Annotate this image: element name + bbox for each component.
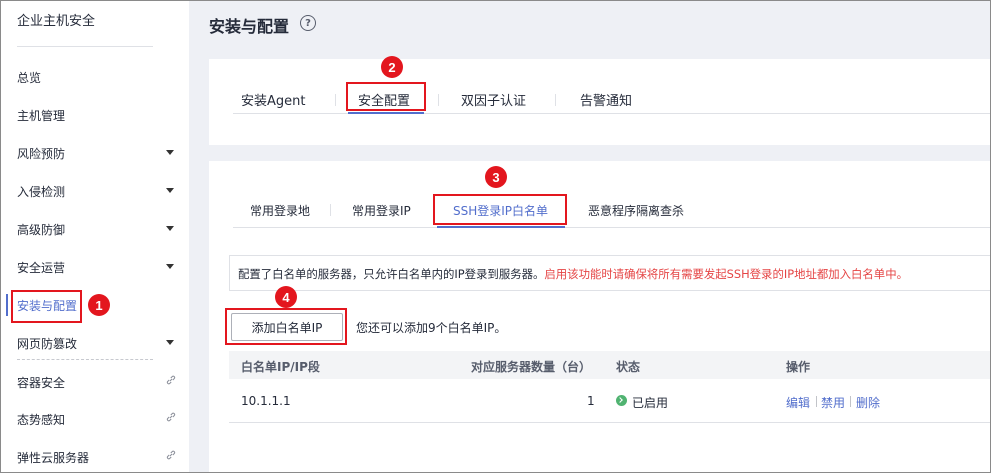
annotation-badge-4: 4 [275, 286, 297, 308]
subtab-common-login-ip[interactable]: 常用登录IP [352, 202, 411, 219]
disable-link[interactable]: 禁用 [821, 394, 845, 411]
sidebar-item-ecs[interactable]: 弹性云服务器 [1, 445, 189, 469]
sidebar-item-risk-prevention[interactable]: 风险预防 [1, 141, 189, 165]
cell-status: 已启用 [632, 396, 669, 410]
sidebar-item-label: 总览 [17, 70, 42, 85]
delete-link[interactable]: 删除 [856, 394, 880, 411]
subtabs-baseline [233, 227, 990, 228]
sidebar-item-advanced-defense[interactable]: 高级防御 [1, 217, 189, 241]
sidebar-item-intrusion-detection[interactable]: 入侵检测 [1, 179, 189, 203]
sidebar-item-label: 容器安全 [17, 375, 66, 390]
column-header-server-count: 对应服务器数量（台） [471, 360, 592, 374]
sidebar-item-situation-awareness[interactable]: 态势感知 [1, 407, 189, 431]
annotation-box-1 [11, 290, 82, 323]
cell-server-count: 1 [587, 394, 595, 408]
caret-down-icon [166, 188, 174, 193]
notice-text: 配置了白名单的服务器，只允许白名单内的IP登录到服务器。 [238, 267, 545, 281]
annotation-badge-2: 2 [381, 56, 403, 78]
external-link-icon [166, 412, 176, 422]
annotation-box-3 [433, 194, 567, 225]
subtab-separator [330, 204, 331, 216]
add-limit-hint: 您还可以添加9个白名单IP。 [356, 321, 507, 335]
notice-warning: 启用该功能时请确保将所有需要发起SSH登录的IP地址都加入白名单中。 [544, 267, 908, 281]
sidebar-item-overview[interactable]: 总览 [1, 65, 189, 89]
sidebar-item-security-operations[interactable]: 安全运营 [1, 255, 189, 279]
annotation-badge-3: 3 [485, 166, 507, 188]
tab-alarm-notification[interactable]: 告警通知 [580, 90, 632, 109]
sidebar-item-label: 入侵检测 [17, 184, 66, 199]
sidebar-item-label: 弹性云服务器 [17, 450, 90, 465]
external-link-icon [166, 375, 176, 385]
op-separator [816, 396, 817, 407]
cell-ip: 10.1.1.1 [241, 394, 291, 408]
op-separator [850, 396, 851, 407]
caret-down-icon [166, 226, 174, 231]
caret-down-icon [166, 264, 174, 269]
subtab-malware-quarantine[interactable]: 恶意程序隔离查杀 [588, 202, 684, 219]
edit-link[interactable]: 编辑 [786, 394, 810, 411]
check-circle-icon [616, 395, 627, 406]
page-title: 安装与配置 [209, 17, 290, 36]
tabs-baseline [233, 113, 990, 114]
info-notice: 配置了白名单的服务器，只允许白名单内的IP登录到服务器。启用该功能时请确保将所有… [229, 255, 990, 291]
annotation-box-4 [225, 308, 347, 345]
sidebar-title: 企业主机安全 [17, 14, 96, 29]
sidebar-dashed-divider [17, 359, 153, 360]
sidebar-divider [17, 46, 153, 47]
annotation-badge-1: 1 [88, 294, 110, 316]
app-window: 企业主机安全 总览 主机管理 风险预防 入侵检测 高级防御 安全运营 安装与配置… [0, 0, 991, 473]
column-header-operation: 操作 [786, 360, 811, 374]
table-header: 白名单IP/IP段 对应服务器数量（台） 状态 操作 [229, 351, 990, 379]
subtab-common-login-location[interactable]: 常用登录地 [250, 202, 310, 219]
column-header-status: 状态 [616, 360, 641, 374]
sidebar-item-label: 态势感知 [17, 412, 66, 427]
subtab-active-underline [437, 226, 565, 228]
tab-active-underline [348, 112, 424, 114]
external-link-icon [166, 450, 176, 460]
annotation-box-2 [346, 82, 426, 111]
sidebar-item-web-tamper-protection[interactable]: 网页防篡改 [1, 331, 189, 355]
caret-down-icon [166, 150, 174, 155]
tab-two-factor-auth[interactable]: 双因子认证 [461, 90, 526, 109]
sidebar-item-label: 网页防篡改 [17, 336, 78, 351]
sidebar-item-label: 主机管理 [17, 108, 66, 123]
sidebar-item-container-security[interactable]: 容器安全 [1, 370, 189, 394]
tab-install-agent[interactable]: 安装Agent [241, 90, 305, 109]
tab-separator [335, 94, 336, 106]
tab-separator [438, 94, 439, 106]
sidebar-item-host-management[interactable]: 主机管理 [1, 103, 189, 127]
sidebar-item-label: 风险预防 [17, 146, 66, 161]
sidebar: 企业主机安全 总览 主机管理 风险预防 入侵检测 高级防御 安全运营 安装与配置… [1, 1, 189, 472]
table-row: 10.1.1.1 1 已启用 编辑 禁用 删除 [229, 379, 990, 423]
question-circle-icon[interactable]: ? [300, 15, 316, 31]
sidebar-item-label: 安全运营 [17, 260, 66, 275]
sidebar-item-label: 高级防御 [17, 222, 66, 237]
caret-down-icon [166, 340, 174, 345]
column-header-ip: 白名单IP/IP段 [241, 360, 320, 374]
tab-separator [555, 94, 556, 106]
